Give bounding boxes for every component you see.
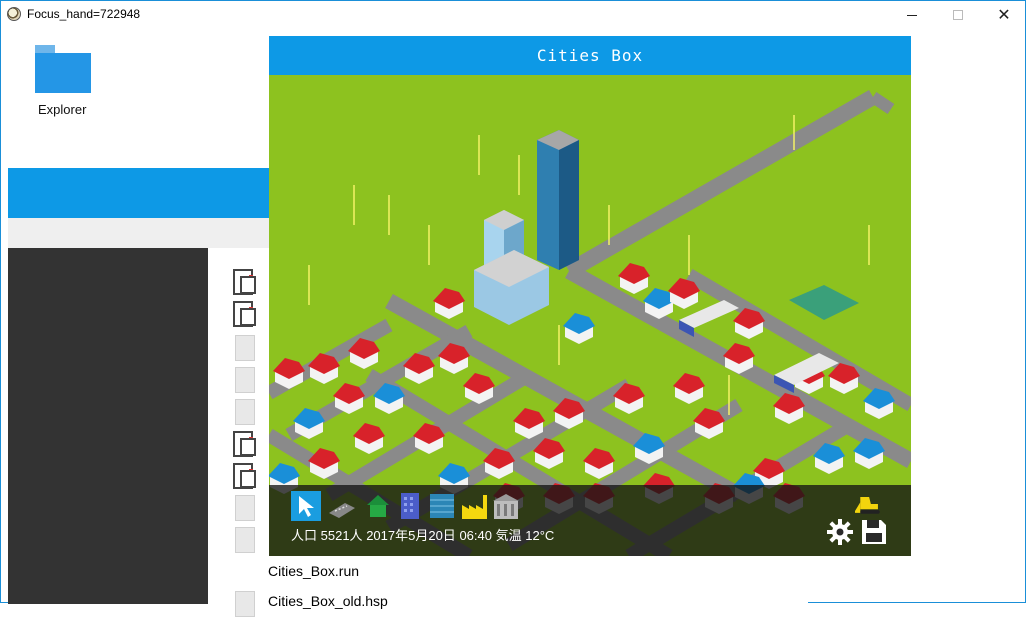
- file-icon[interactable]: [235, 495, 255, 521]
- close-icon: ✕: [997, 7, 1011, 24]
- city-map[interactable]: [269, 75, 911, 556]
- maximize-button[interactable]: [935, 1, 981, 29]
- game-window: Cities Box 人口 5521人 2017年5月20日 06:40 気温 …: [269, 36, 911, 556]
- temperature-label: 気温: [495, 528, 522, 543]
- background-toolbar: [8, 218, 270, 248]
- file-icon[interactable]: [235, 335, 255, 361]
- pointer-tool-icon[interactable]: [291, 491, 321, 521]
- title-bar: Focus_hand=722948 ✕: [1, 1, 1025, 29]
- file-item-label[interactable]: Cities_Box.run: [268, 563, 359, 579]
- game-toolbar: [269, 485, 911, 556]
- file-icon[interactable]: [233, 431, 256, 457]
- file-icon[interactable]: [233, 301, 256, 327]
- window-title: Focus_hand=722948: [27, 7, 141, 21]
- temperature-value: 12°C: [525, 528, 555, 543]
- office-tool-icon[interactable]: [395, 491, 425, 521]
- population-label: 人口: [291, 528, 318, 543]
- background-header-bar: [8, 168, 270, 218]
- explorer-folder-label: Explorer: [38, 102, 87, 117]
- background-sidebar: [8, 248, 208, 604]
- game-title-bar: Cities Box: [269, 36, 911, 75]
- house-tool-icon[interactable]: [363, 491, 393, 521]
- file-icon[interactable]: [235, 527, 255, 553]
- public-building-tool-icon[interactable]: [491, 491, 521, 521]
- status-bar: 人口 5521人 2017年5月20日 06:40 気温 12°C: [291, 525, 554, 544]
- file-icon[interactable]: [235, 399, 255, 425]
- date-value: 2017年5月20日: [366, 528, 456, 543]
- road-tool-icon[interactable]: [327, 491, 357, 521]
- bulldozer-icon[interactable]: [855, 489, 885, 519]
- close-button[interactable]: ✕: [981, 1, 1026, 29]
- save-icon[interactable]: [859, 517, 889, 547]
- minimize-icon: [907, 14, 917, 16]
- app-window: Focus_hand=722948 ✕ Explorer Cities_Box.…: [0, 0, 1026, 617]
- file-icon[interactable]: [235, 367, 255, 393]
- explorer-folder-icon[interactable]: [35, 45, 91, 93]
- skyscraper-tall: [537, 130, 579, 270]
- file-item-label[interactable]: Cities_Box_old.hsp: [268, 593, 388, 609]
- maximize-icon: [953, 10, 963, 20]
- minimize-button[interactable]: [889, 1, 935, 29]
- glass-building-tool-icon[interactable]: [427, 491, 457, 521]
- file-icon[interactable]: [233, 269, 256, 295]
- file-icon[interactable]: [233, 463, 256, 489]
- population-value: 5521人: [320, 528, 363, 543]
- app-icon: [7, 7, 21, 21]
- gear-icon[interactable]: [825, 517, 855, 547]
- factory-tool-icon[interactable]: [459, 491, 489, 521]
- file-icon[interactable]: [235, 591, 255, 617]
- time-value: 06:40: [459, 528, 492, 543]
